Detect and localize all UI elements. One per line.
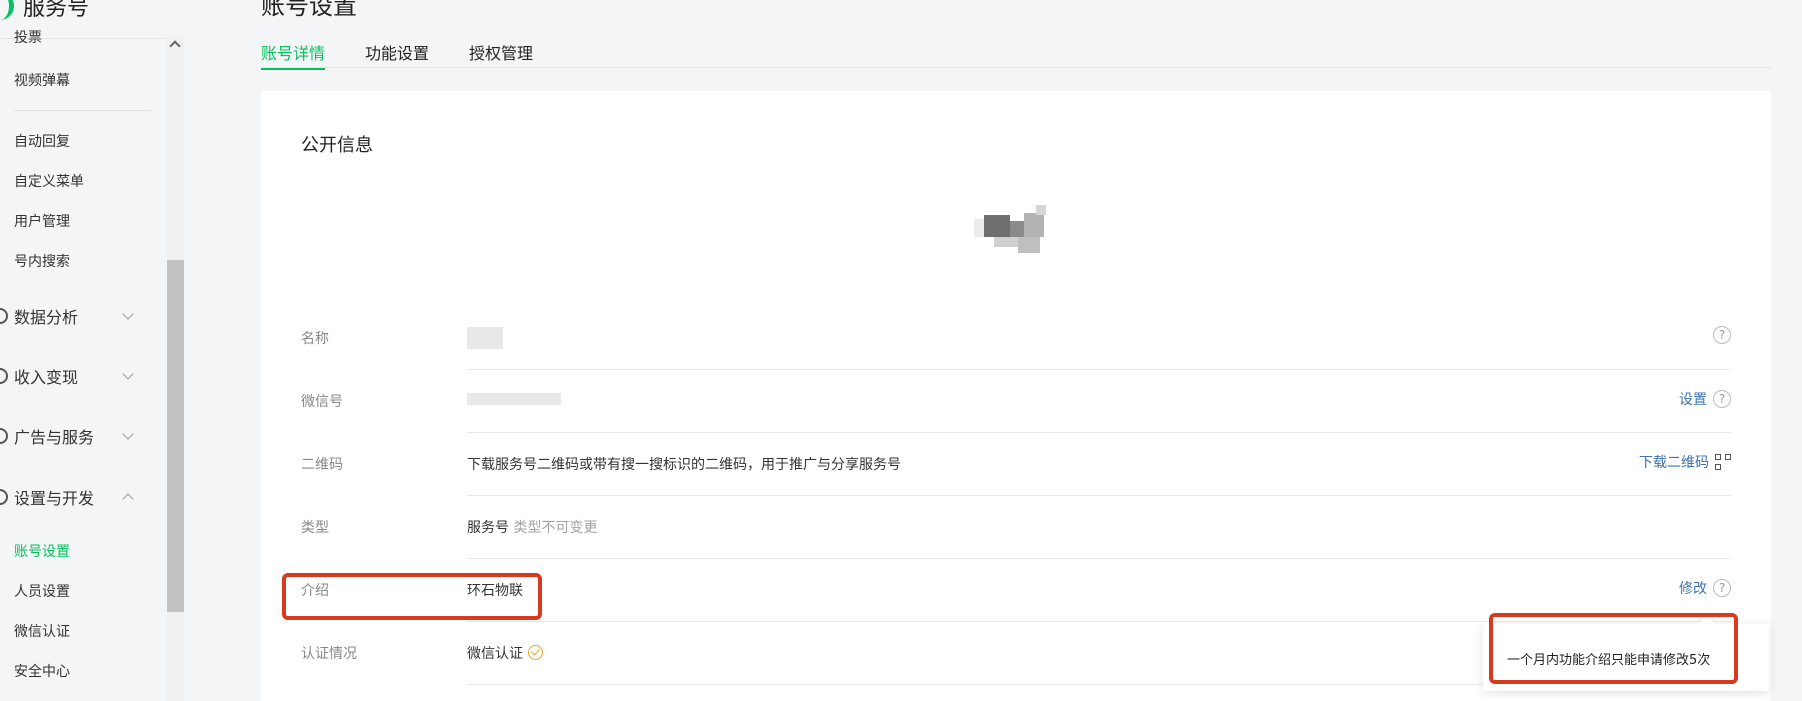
type-value-text: 服务号 — [467, 520, 509, 536]
row-name: 名称 ? — [301, 306, 1731, 369]
verified-icon — [528, 645, 543, 660]
row-actions: 设置 ? — [1679, 389, 1731, 409]
sidebar-item-in-account-search[interactable]: 号内搜索 — [14, 251, 70, 271]
row-label: 类型 — [301, 520, 329, 536]
row-qrcode: 二维码 下载服务号二维码或带有搜一搜标识的二维码，用于推广与分享服务号 下载二维… — [301, 432, 1731, 495]
sidebar-item-video-danmaku[interactable]: 视频弹幕 — [14, 70, 70, 90]
row-actions: 下载二维码 — [1639, 452, 1731, 472]
set-wechat-id-link[interactable]: 设置 — [1679, 389, 1707, 409]
sidebar-group-monetization[interactable]: 收入变现 — [0, 364, 140, 388]
group-icon — [0, 368, 8, 384]
download-qrcode-link[interactable]: 下载二维码 — [1639, 452, 1709, 472]
wechat-id-value-redacted — [467, 393, 561, 405]
chevron-down-icon — [122, 368, 134, 380]
chevron-up-icon — [122, 493, 134, 505]
row-label: 认证情况 — [301, 646, 357, 662]
sidebar-item-user-management[interactable]: 用户管理 — [14, 211, 70, 231]
brand-name: 服务号 — [23, 0, 90, 21]
edit-introduction-link[interactable]: 修改 — [1679, 578, 1707, 598]
chevron-down-icon — [122, 428, 134, 440]
tab-label: 账号详情 — [261, 44, 326, 63]
tab-account-details[interactable]: 账号详情 — [261, 40, 326, 70]
help-icon[interactable]: ? — [1713, 390, 1731, 408]
group-icon — [0, 489, 8, 505]
tab-active-indicator — [261, 68, 325, 70]
help-icon[interactable]: ? — [1713, 579, 1731, 597]
sidebar-group-label: 收入变现 — [14, 368, 79, 387]
sidebar-separator — [14, 110, 151, 111]
type-note: 类型不可变更 — [513, 520, 598, 536]
sidebar-group-label: 设置与开发 — [14, 489, 95, 508]
qrcode-icon[interactable] — [1715, 454, 1731, 470]
sidebar-group-settings-dev[interactable]: 设置与开发 — [0, 485, 140, 509]
sidebar-item-custom-menu[interactable]: 自定义菜单 — [14, 171, 84, 191]
qrcode-description: 下载服务号二维码或带有搜一搜标识的二维码，用于推广与分享服务号 — [467, 457, 901, 473]
group-icon — [0, 428, 8, 444]
row-label: 二维码 — [301, 457, 343, 473]
section-title: 公开信息 — [301, 135, 373, 156]
row-actions: 修改 ? — [1679, 578, 1731, 598]
row-label: 名称 — [301, 331, 329, 347]
group-icon — [0, 308, 8, 324]
row-actions: ? — [1713, 326, 1731, 344]
tooltip-highlight-box — [1489, 613, 1738, 684]
sidebar-item-vote[interactable]: 投票 — [14, 27, 42, 47]
sidebar-item-account-settings[interactable]: 账号设置 — [14, 541, 70, 561]
sidebar-group-label: 广告与服务 — [14, 428, 95, 447]
tab-bar: 账号详情 功能设置 授权管理 — [261, 38, 1771, 70]
introduction-highlight-box — [282, 573, 542, 620]
sidebar-group-data-analysis[interactable]: 数据分析 — [0, 304, 140, 328]
sidebar-item-staff-settings[interactable]: 人员设置 — [14, 581, 70, 601]
sidebar-item-auto-reply[interactable]: 自动回复 — [14, 131, 70, 151]
sidebar: 服务号 投票 视频弹幕 自动回复 自定义菜单 用户管理 号内搜索 数据分析 收入… — [0, 0, 184, 701]
page-title: 账号设置 — [261, 0, 357, 20]
brand[interactable]: 服务号 — [0, 0, 89, 24]
verification-value: 微信认证 — [467, 643, 543, 663]
tab-authorization[interactable]: 授权管理 — [469, 40, 533, 64]
sidebar-item-security-center[interactable]: 安全中心 — [14, 661, 70, 681]
brand-logo-icon — [0, 0, 14, 20]
sidebar-scrollbar-thumb[interactable] — [167, 260, 184, 612]
sidebar-group-label: 数据分析 — [14, 308, 79, 327]
scroll-up-arrow-icon[interactable] — [169, 40, 181, 52]
sidebar-group-ads-services[interactable]: 广告与服务 — [0, 424, 140, 448]
help-icon[interactable]: ? — [1713, 326, 1731, 344]
sidebar-item-wechat-verification[interactable]: 微信认证 — [14, 621, 70, 641]
verification-text: 微信认证 — [467, 646, 523, 662]
type-value: 服务号 类型不可变更 — [467, 517, 597, 537]
sidebar-scrollbar[interactable] — [167, 36, 184, 701]
row-type: 类型 服务号 类型不可变更 — [301, 495, 1731, 558]
account-avatar — [974, 205, 1058, 253]
chevron-down-icon — [122, 308, 134, 320]
row-label: 微信号 — [301, 394, 343, 410]
row-wechat-id: 微信号 设置 ? — [301, 369, 1731, 432]
name-value-redacted — [467, 327, 503, 349]
tab-feature-settings[interactable]: 功能设置 — [365, 40, 429, 64]
